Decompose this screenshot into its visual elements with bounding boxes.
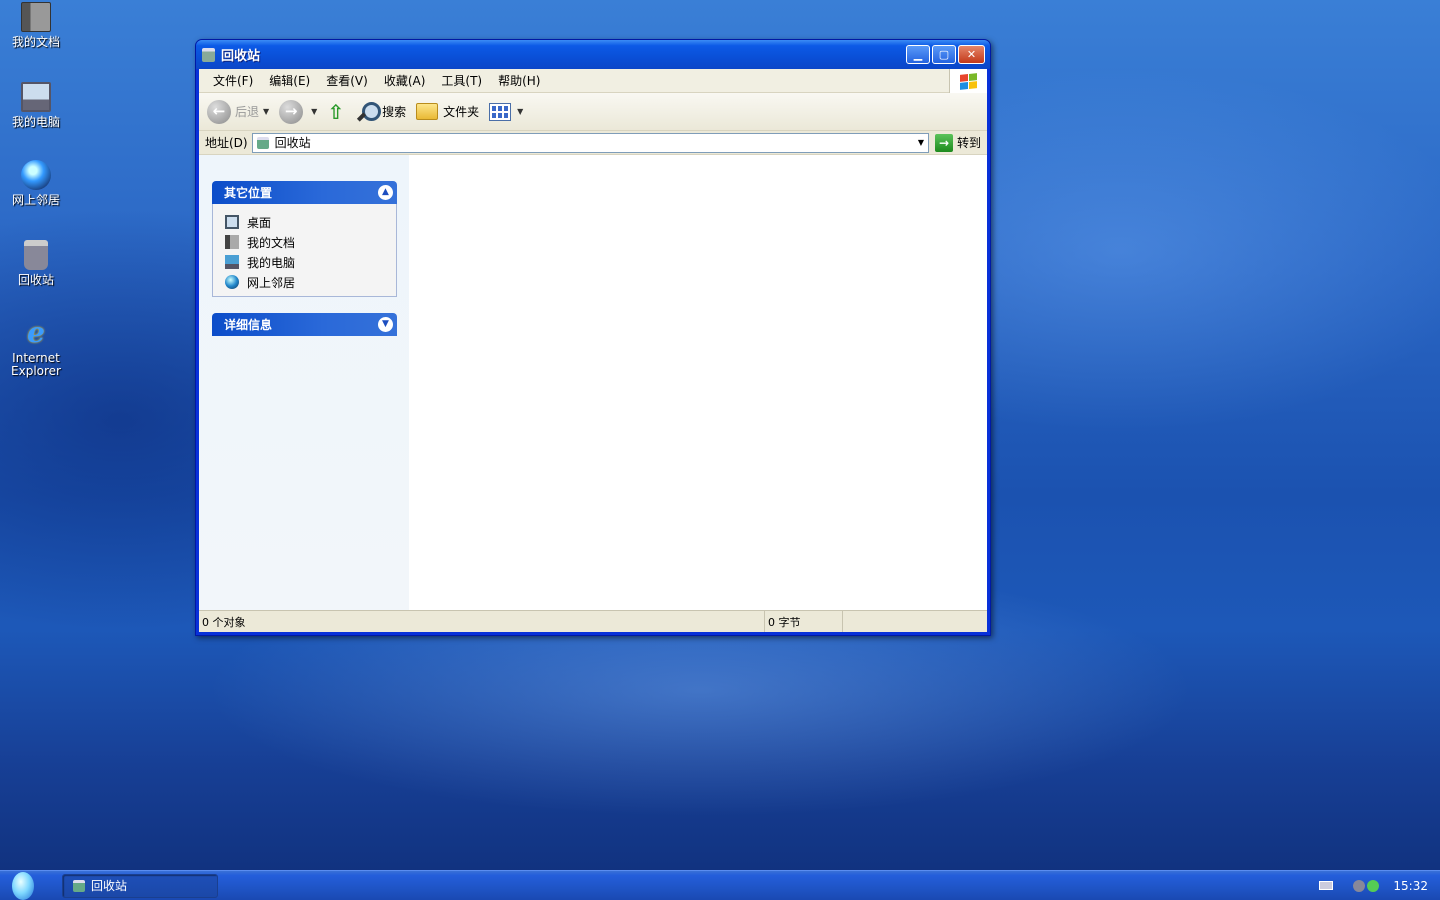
search-icon [356, 101, 382, 123]
desktop-icon-my-computer[interactable]: 我的电脑 [4, 82, 68, 129]
network-places-icon [225, 275, 239, 289]
menu-bar: 文件(F) 编辑(E) 查看(V) 收藏(A) 工具(T) 帮助(H) [199, 69, 987, 93]
views-button[interactable]: ▼ [489, 102, 524, 121]
status-bar: 0 个对象 0 字节 [199, 610, 987, 632]
start-button[interactable] [12, 871, 34, 900]
taskbar: 回收站 15:32 [0, 870, 1440, 900]
windows-logo-icon [949, 69, 987, 93]
place-item-my-computer[interactable]: 我的电脑 [225, 252, 386, 272]
maximize-button[interactable]: ▢ [932, 45, 956, 64]
folder-up-icon: ⇧ [327, 99, 345, 124]
recycle-bin-icon [24, 240, 48, 270]
forward-button[interactable]: → ▼ [279, 99, 317, 124]
menu-help[interactable]: 帮助(H) [490, 72, 548, 89]
menu-edit[interactable]: 编辑(E) [261, 72, 318, 89]
other-places-list: 桌面 我的文档 我的电脑 网上邻居 [212, 204, 397, 297]
folder-icon [416, 103, 439, 120]
place-item-network-places[interactable]: 网上邻居 [225, 272, 386, 292]
my-documents-icon [225, 235, 239, 249]
other-places-header[interactable]: 其它位置 ▲ [212, 181, 397, 204]
desktop-icon-label: 网上邻居 [11, 193, 60, 207]
menu-file[interactable]: 文件(F) [205, 72, 261, 89]
place-item-my-documents[interactable]: 我的文档 [225, 232, 386, 252]
status-object-count: 0 个对象 [199, 611, 765, 632]
task-pane: 其它位置 ▲ 桌面 我的文档 我的电脑 网上邻居 详细信息 ▼ [199, 155, 409, 610]
views-icon [489, 102, 512, 121]
chevron-down-icon[interactable]: ▼ [918, 138, 924, 147]
desktop-icon-label: Internet [12, 351, 60, 365]
details-header[interactable]: 详细信息 ▼ [212, 313, 397, 336]
menu-tools[interactable]: 工具(T) [433, 72, 490, 89]
status-zone [843, 611, 987, 632]
explorer-body: 其它位置 ▲ 桌面 我的文档 我的电脑 网上邻居 详细信息 ▼ [199, 155, 987, 610]
panel-title: 其它位置 [224, 186, 273, 200]
desktop-icon-internet-explorer[interactable]: e Internet Explorer [4, 318, 68, 378]
go-arrow-icon: → [934, 133, 953, 152]
file-list-area[interactable] [409, 155, 987, 610]
chevron-up-icon[interactable]: ▲ [378, 185, 393, 200]
desktop-icon [225, 215, 239, 229]
details-panel: 详细信息 ▼ [212, 313, 397, 336]
my-computer-icon [21, 82, 51, 112]
my-documents-icon [21, 2, 51, 32]
toolbar: ← 后退 ▼ → ▼ ⇧ 搜索 文件夹 ▼ [199, 93, 987, 131]
title-bar[interactable]: 回收站 ▁ ▢ ✕ [196, 40, 990, 69]
desktop-icon-label: 我的文档 [11, 35, 60, 49]
chevron-down-icon[interactable]: ▼ [311, 107, 317, 116]
task-label: 回收站 [91, 879, 128, 893]
system-tray: 15:32 [1319, 871, 1440, 900]
search-label: 搜索 [382, 105, 407, 119]
address-value: 回收站 [274, 136, 311, 150]
desktop-icon-recycle-bin[interactable]: 回收站 [4, 240, 68, 287]
tool-icon[interactable] [1353, 879, 1366, 892]
chevron-down-icon[interactable]: ▼ [378, 317, 393, 332]
chevron-down-icon: ▼ [517, 107, 524, 116]
recycle-bin-window: 回收站 ▁ ▢ ✕ 文件(F) 编辑(E) 查看(V) 收藏(A) 工具(T) … [195, 39, 991, 636]
window-title: 回收站 [221, 49, 261, 64]
address-input[interactable]: 回收站 ▼ [251, 132, 929, 153]
internet-explorer-icon: e [27, 316, 45, 349]
back-arrow-icon: ← [207, 99, 231, 124]
up-button[interactable]: ⇧ [327, 100, 346, 124]
my-computer-icon [225, 255, 239, 269]
forward-arrow-icon: → [279, 99, 304, 124]
desktop-icon-label: 回收站 [17, 273, 54, 287]
search-button[interactable]: 搜索 [356, 101, 406, 123]
recycle-bin-icon [202, 47, 215, 62]
place-item-desktop[interactable]: 桌面 [225, 212, 386, 232]
recycle-bin-icon [73, 879, 85, 892]
keyboard-icon[interactable] [1319, 881, 1334, 890]
folders-label: 文件夹 [443, 105, 480, 119]
place-label: 网上邻居 [247, 275, 296, 290]
minimize-button[interactable]: ▁ [906, 45, 930, 64]
status-size: 0 字节 [765, 611, 843, 632]
address-label: 地址(D) [205, 136, 248, 150]
back-label: 后退 [235, 105, 260, 119]
chevron-down-icon[interactable]: ▼ [263, 107, 269, 116]
window-client: 文件(F) 编辑(E) 查看(V) 收藏(A) 工具(T) 帮助(H) ← 后退… [199, 69, 987, 632]
recycle-bin-icon [256, 136, 269, 149]
panel-title: 详细信息 [224, 318, 273, 332]
network-status-icon[interactable] [1367, 879, 1380, 892]
menu-view[interactable]: 查看(V) [318, 72, 376, 89]
desktop-icon-label: 我的电脑 [11, 115, 60, 129]
desktop-icon-my-documents[interactable]: 我的文档 [4, 2, 68, 49]
place-label: 桌面 [247, 215, 272, 230]
place-label: 我的电脑 [247, 255, 296, 270]
go-label: 转到 [956, 136, 981, 150]
go-button[interactable]: → 转到 [934, 133, 981, 152]
back-button[interactable]: ← 后退 ▼ [207, 99, 269, 124]
address-bar: 地址(D) 回收站 ▼ → 转到 [199, 131, 987, 155]
clock[interactable]: 15:32 [1393, 879, 1428, 893]
close-button[interactable]: ✕ [958, 45, 985, 64]
network-places-icon [21, 160, 51, 190]
place-label: 我的文档 [247, 235, 296, 250]
menu-favorites[interactable]: 收藏(A) [376, 72, 434, 89]
taskbar-button-recycle-bin[interactable]: 回收站 [62, 873, 218, 898]
folders-button[interactable]: 文件夹 [416, 103, 479, 120]
other-places-panel: 其它位置 ▲ 桌面 我的文档 我的电脑 网上邻居 [212, 181, 397, 297]
desktop-icon-network-places[interactable]: 网上邻居 [4, 160, 68, 207]
desktop-icon-label: Explorer [11, 364, 61, 378]
window-controls: ▁ ▢ ✕ [906, 45, 985, 64]
